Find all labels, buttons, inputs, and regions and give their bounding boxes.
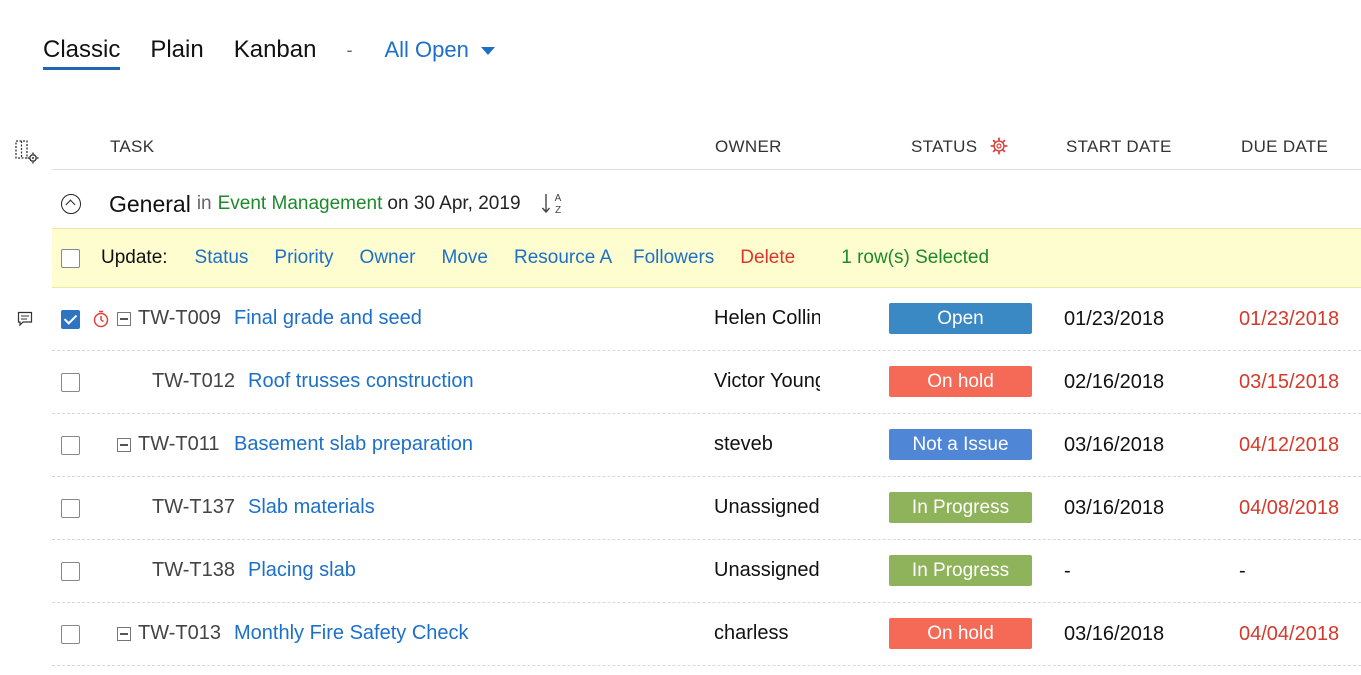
task-name-link[interactable]: Slab materials (248, 496, 375, 519)
update-move-link[interactable]: Move (442, 247, 488, 269)
table-row[interactable]: TW-T013 Monthly Fire Safety Check charless… (52, 603, 1361, 666)
column-header-owner[interactable]: OWNER (715, 137, 782, 157)
start-date[interactable]: 02/16/2018 (1064, 371, 1170, 394)
comment-icon[interactable] (17, 311, 33, 327)
caret-down-icon (480, 47, 495, 55)
task-owner[interactable]: Unassigned (714, 559, 820, 582)
row-checkbox[interactable] (61, 562, 80, 581)
column-header-start-date[interactable]: START DATE (1066, 137, 1172, 157)
group-project-link[interactable]: Event Management (218, 193, 383, 215)
status-badge[interactable]: On hold (889, 366, 1032, 397)
column-header-task[interactable]: TASK (110, 137, 154, 157)
task-id: TW-T138 (152, 559, 235, 581)
filter-label: All Open (384, 37, 469, 62)
group-date: on 30 Apr, 2019 (387, 193, 521, 214)
collapse-subtasks-icon[interactable] (117, 312, 131, 326)
due-date[interactable]: 03/15/2018 (1239, 371, 1345, 394)
select-all-checkbox[interactable] (61, 248, 80, 268)
task-name-link[interactable]: Roof trusses construction (248, 370, 474, 393)
group-name: General (109, 190, 191, 217)
due-date[interactable]: 04/08/2018 (1239, 497, 1345, 520)
column-header-status[interactable]: STATUS (911, 136, 1008, 157)
table-row[interactable]: TW-T011 Basement slab preparation steveb No… (52, 414, 1361, 477)
due-date[interactable]: 04/12/2018 (1239, 434, 1345, 457)
task-owner[interactable]: steveb (714, 433, 820, 456)
row-checkbox[interactable] (61, 499, 80, 518)
row-checkbox[interactable] (61, 373, 80, 392)
task-owner[interactable]: Victor Young (714, 370, 820, 393)
table-row[interactable]: TW-T012 Roof trusses construction Victor Y… (52, 351, 1361, 414)
column-settings-icon[interactable] (15, 140, 39, 164)
view-switcher: Classic Plain Kanban - All Open (43, 34, 495, 70)
update-owner-link[interactable]: Owner (360, 247, 416, 269)
start-date[interactable]: 03/16/2018 (1064, 434, 1170, 457)
status-badge[interactable]: Open (889, 303, 1032, 334)
table-row[interactable]: TW-T009 Final grade and seed Helen Collins… (52, 288, 1361, 351)
task-name-link[interactable]: Monthly Fire Safety Check (234, 622, 469, 645)
start-date[interactable]: 01/23/2018 (1064, 308, 1170, 331)
column-header-status-label: STATUS (911, 137, 978, 156)
row-checkbox[interactable] (61, 625, 80, 644)
task-id: TW-T137 (152, 496, 235, 518)
status-badge[interactable]: On hold (889, 618, 1032, 649)
task-owner[interactable]: charless (714, 622, 820, 645)
start-date[interactable]: 03/16/2018 (1064, 497, 1170, 520)
bulk-update-bar: Update: Status Priority Owner Move Resou… (52, 228, 1361, 288)
sort-az-icon[interactable]: A Z (541, 191, 567, 217)
delete-link[interactable]: Delete (740, 247, 795, 269)
column-header-due-date[interactable]: DUE DATE (1241, 137, 1328, 157)
row-checkbox[interactable] (61, 436, 80, 455)
update-priority-link[interactable]: Priority (274, 247, 333, 269)
group-in-label: in (196, 193, 212, 214)
filter-dropdown[interactable]: All Open (384, 34, 495, 66)
start-date[interactable]: 03/16/2018 (1064, 623, 1170, 646)
task-id: TW-T013 (138, 622, 221, 644)
status-badge[interactable]: In Progress (889, 492, 1032, 523)
update-status-link[interactable]: Status (195, 247, 249, 269)
task-name-link[interactable]: Final grade and seed (234, 307, 422, 330)
tab-classic[interactable]: Classic (43, 34, 121, 70)
status-badge[interactable]: In Progress (889, 555, 1032, 586)
collapse-subtasks-icon[interactable] (117, 627, 131, 641)
task-owner[interactable]: Helen Collins (714, 307, 820, 330)
sort-top-letter: A (554, 193, 561, 204)
task-name-link[interactable]: Basement slab preparation (234, 433, 473, 456)
sort-bottom-letter: Z (554, 205, 560, 216)
update-label: Update: (101, 247, 168, 268)
due-date[interactable]: 01/23/2018 (1239, 308, 1345, 331)
table-row[interactable]: TW-T137 Slab materials Unassigned In Progre… (52, 477, 1361, 540)
view-separator: - (346, 40, 353, 60)
start-date[interactable]: - (1064, 560, 1170, 583)
tab-plain[interactable]: Plain (150, 34, 203, 66)
task-id: TW-T009 (138, 307, 221, 329)
row-checkbox[interactable] (61, 310, 80, 329)
task-name-link[interactable]: Placing slab (248, 559, 356, 582)
task-owner[interactable]: Unassigned (714, 496, 820, 519)
group-row: General in Event Management on 30 Apr, 2… (52, 180, 1361, 228)
due-date[interactable]: - (1239, 560, 1345, 583)
table-row[interactable]: TW-T138 Placing slab Unassigned In Progress… (52, 540, 1361, 603)
collapse-subtasks-icon[interactable] (117, 438, 131, 452)
task-id: TW-T011 (138, 433, 220, 455)
table-header: TASK OWNER STATUS START DATE DUE DATE (52, 125, 1361, 170)
task-id: TW-T012 (152, 370, 235, 392)
due-date[interactable]: 04/04/2018 (1239, 623, 1345, 646)
tab-kanban[interactable]: Kanban (234, 34, 317, 66)
status-badge[interactable]: Not a Issue (889, 429, 1032, 460)
timer-icon[interactable] (92, 310, 110, 328)
collapse-group-icon[interactable] (61, 194, 81, 214)
status-settings-icon[interactable] (990, 136, 1008, 155)
update-followers-link[interactable]: Followers (633, 247, 714, 269)
update-resource-link[interactable]: Resource A (514, 247, 613, 269)
selected-count: 1 row(s) Selected (841, 247, 990, 268)
